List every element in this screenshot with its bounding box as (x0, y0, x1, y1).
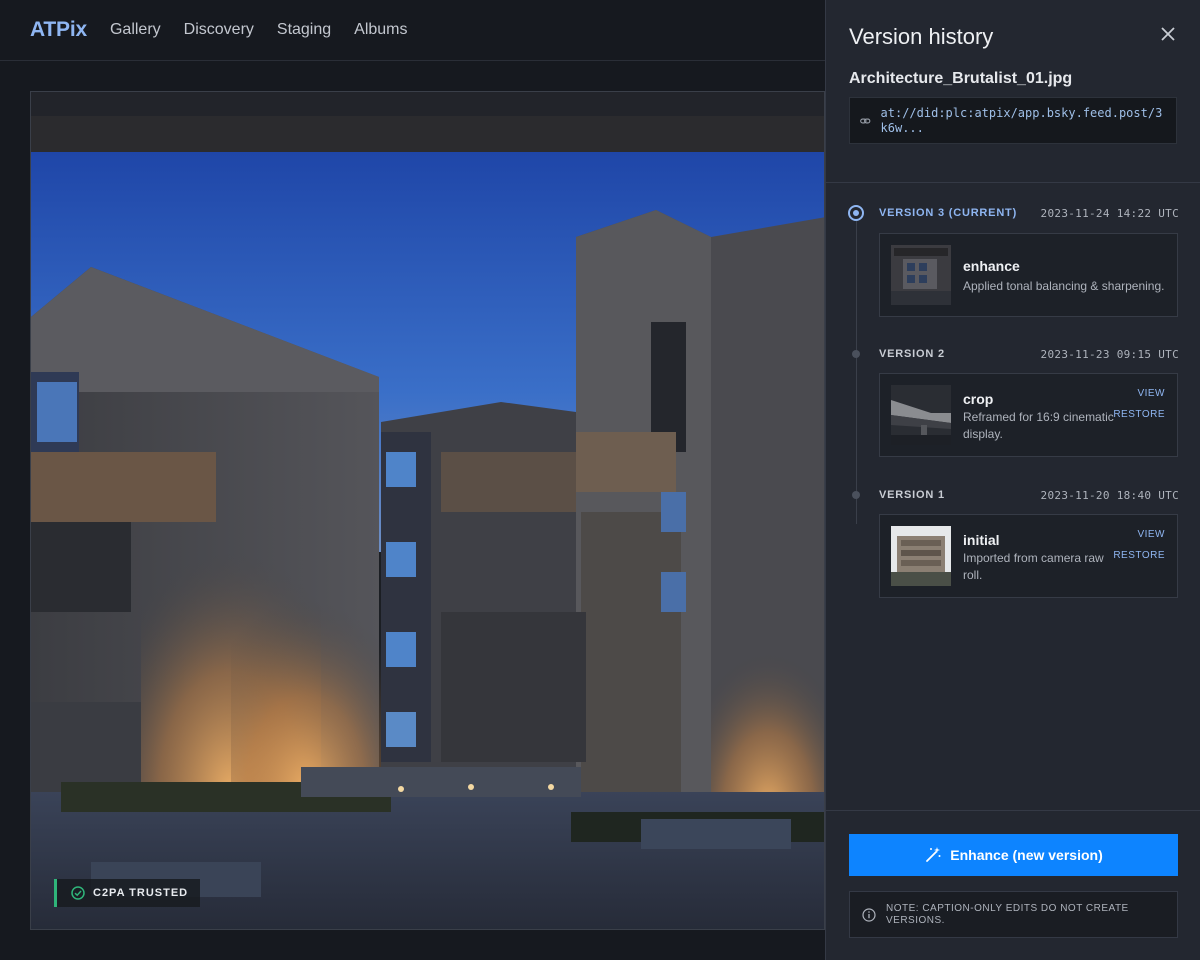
info-icon (862, 907, 876, 922)
version-marker (852, 491, 860, 499)
timeline-line (856, 214, 857, 524)
version-thumbnail (891, 526, 951, 586)
link-icon (860, 118, 871, 123)
photo-viewer: C2PA TRUSTED (30, 91, 825, 930)
version-label: VERSION 3 (CURRENT) (879, 207, 1018, 219)
version-timestamp: 2023-11-23 09:15 UTC (1040, 347, 1179, 361)
panel-title: Version history (849, 24, 994, 49)
nav-link-albums[interactable]: Albums (354, 21, 407, 39)
version-2-header: VERSION 2 2023-11-23 09:15 UTC (879, 346, 1179, 362)
version-history-panel: Version history Architecture_Brutalist_0… (825, 0, 1200, 960)
magic-wand-icon (926, 847, 941, 862)
restore-version-button[interactable]: RESTORE (1113, 409, 1165, 420)
panel-header: Version history Architecture_Brutalist_0… (826, 0, 1200, 183)
current-version-marker (848, 205, 864, 221)
version-timeline: VERSION 3 (CURRENT) 2023-11-24 14:22 UTC… (826, 184, 1200, 810)
photo-image (31, 92, 824, 929)
nav-link-discovery[interactable]: Discovery (184, 21, 254, 39)
version-thumbnail (891, 385, 951, 445)
restore-version-button[interactable]: RESTORE (1113, 550, 1165, 561)
version-timestamp: 2023-11-20 18:40 UTC (1040, 488, 1179, 502)
version-title: enhance (963, 258, 1020, 274)
c2pa-trusted-badge[interactable]: C2PA TRUSTED (54, 879, 201, 907)
version-thumbnail (891, 245, 951, 305)
version-description: Imported from camera raw roll. (963, 551, 1104, 582)
version-1-card[interactable]: initial Imported from camera raw roll. V… (879, 514, 1178, 598)
version-marker (852, 350, 860, 358)
nav-link-gallery[interactable]: Gallery (110, 21, 161, 39)
post-uri-text: at://did:plc:atpix/app.bsky.feed.post/3k… (880, 105, 1163, 135)
file-name: Architecture_Brutalist_01.jpg (849, 70, 1073, 87)
version-label: VERSION 1 (879, 489, 945, 501)
enhance-new-version-button[interactable]: Enhance (new version) (849, 834, 1178, 876)
version-label: VERSION 2 (879, 348, 945, 360)
note-text: NOTE: CAPTION-ONLY EDITS DO NOT CREATE V… (886, 902, 1129, 926)
panel-footer: Enhance (new version) NOTE: CAPTION-ONLY… (826, 810, 1200, 960)
version-3-card[interactable]: enhance Applied tonal balancing & sharpe… (879, 233, 1178, 317)
version-title: crop (963, 391, 994, 407)
badge-label: C2PA TRUSTED (93, 887, 189, 899)
version-title: initial (963, 532, 1000, 548)
view-version-button[interactable]: VIEW (1137, 388, 1165, 399)
version-description: Applied tonal balancing & sharpening. (963, 279, 1165, 293)
brand-logo[interactable]: ATPix (30, 18, 87, 42)
version-3-header: VERSION 3 (CURRENT) 2023-11-24 14:22 UTC (879, 205, 1179, 221)
version-2-card[interactable]: crop Reframed for 16:9 cinematic display… (879, 373, 1178, 457)
top-navigation: ATPix Gallery Discovery Staging Albums (0, 0, 825, 61)
enhance-button-label: Enhance (new version) (950, 847, 1103, 863)
close-icon[interactable] (1158, 24, 1178, 44)
check-circle-icon (71, 886, 85, 900)
nav-link-staging[interactable]: Staging (277, 21, 331, 39)
view-version-button[interactable]: VIEW (1137, 529, 1165, 540)
post-uri[interactable]: at://did:plc:atpix/app.bsky.feed.post/3k… (849, 97, 1177, 144)
version-description: Reframed for 16:9 cinematic display. (963, 410, 1114, 441)
info-note: NOTE: CAPTION-ONLY EDITS DO NOT CREATE V… (849, 891, 1178, 938)
version-1-header: VERSION 1 2023-11-20 18:40 UTC (879, 487, 1179, 503)
version-timestamp: 2023-11-24 14:22 UTC (1040, 206, 1179, 220)
